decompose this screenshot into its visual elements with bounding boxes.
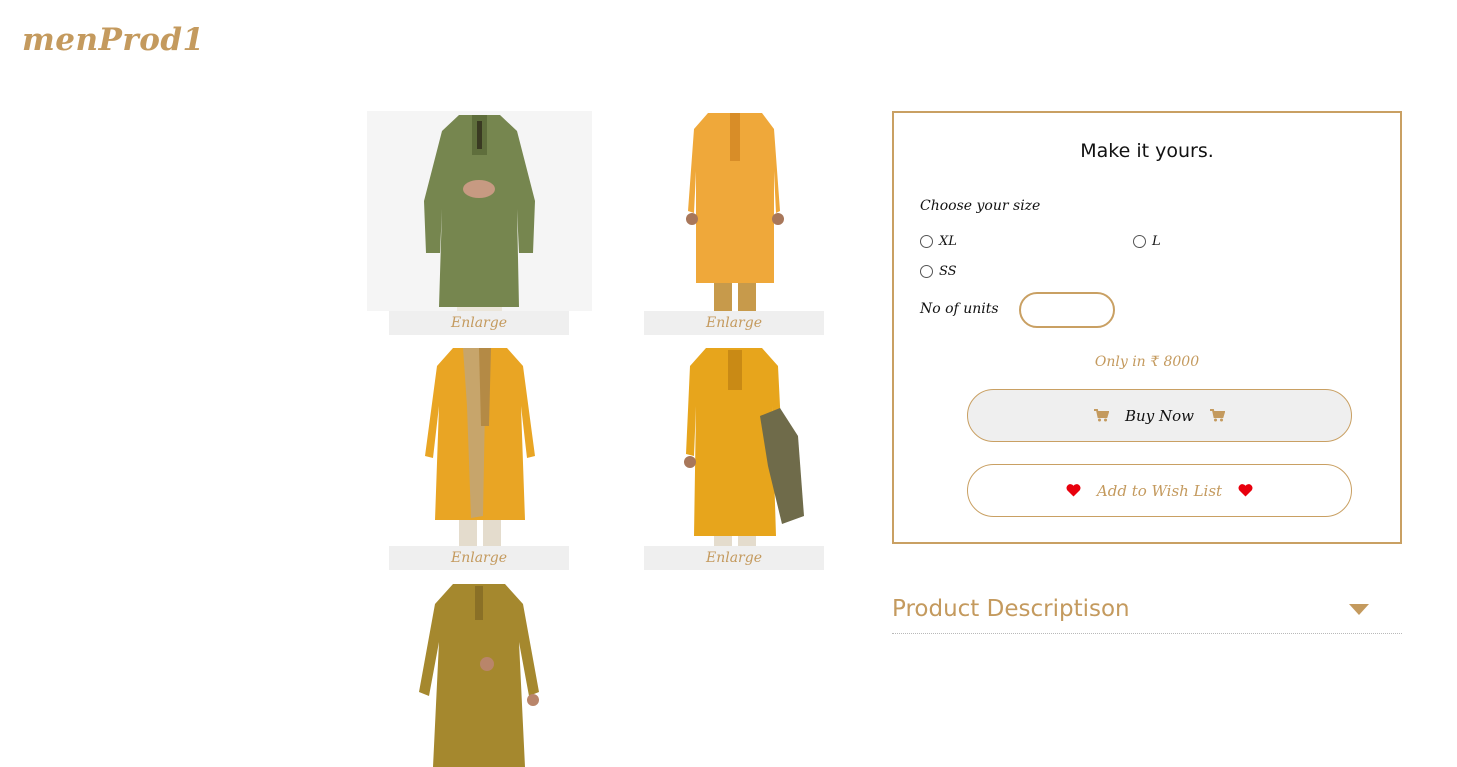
radio-button[interactable]: [1133, 235, 1146, 248]
wishlist-label: Add to Wish List: [1096, 481, 1223, 500]
size-label: Choose your size: [920, 198, 1041, 214]
gallery-tile: Enlarge: [367, 346, 592, 570]
buy-now-button[interactable]: Buy Now: [967, 389, 1352, 442]
shopping-cart-icon: [1209, 409, 1225, 422]
panel-title: Make it yours.: [1080, 140, 1214, 162]
size-option-label: L: [1152, 234, 1161, 249]
enlarge-button[interactable]: Enlarge: [389, 546, 569, 570]
enlarge-button[interactable]: Enlarge: [389, 311, 569, 335]
units-input[interactable]: [1019, 292, 1115, 328]
add-to-wishlist-button[interactable]: Add to Wish List: [967, 464, 1352, 517]
buy-now-label: Buy Now: [1125, 406, 1194, 425]
units-label: No of units: [920, 301, 999, 317]
enlarge-button[interactable]: Enlarge: [644, 546, 824, 570]
gallery-tile: [367, 582, 592, 767]
product-gallery: Enlarge Enlarge Enlarge Enlarge: [367, 111, 847, 767]
product-image[interactable]: [389, 582, 569, 767]
brand-logo[interactable]: menProd1: [22, 22, 205, 58]
product-description-title: Product Descriptison: [892, 596, 1130, 622]
gallery-tile: Enlarge: [622, 111, 847, 335]
size-option-label: XL: [939, 234, 957, 249]
radio-button[interactable]: [920, 265, 933, 278]
caret-down-icon[interactable]: [1349, 600, 1369, 619]
shopping-cart-icon: [1094, 409, 1110, 422]
enlarge-button[interactable]: Enlarge: [644, 311, 824, 335]
gallery-tile: Enlarge: [622, 346, 847, 570]
size-option-label: SS: [939, 264, 957, 279]
size-option-xl[interactable]: XL: [920, 234, 957, 249]
radio-button[interactable]: [920, 235, 933, 248]
heart-icon: [1238, 484, 1253, 497]
product-image[interactable]: [622, 346, 847, 546]
product-image[interactable]: [367, 111, 592, 311]
heart-icon: [1066, 484, 1081, 497]
size-option-ss[interactable]: SS: [920, 264, 957, 279]
price-text: Only in ₹ 8000: [1094, 354, 1200, 370]
size-option-l[interactable]: L: [1133, 234, 1161, 249]
gallery-tile: Enlarge: [367, 111, 592, 335]
product-image[interactable]: [367, 346, 592, 546]
product-page: menProd1 Enlarge Enlarge Enlarge Enlarge…: [0, 0, 1457, 767]
purchase-panel: Make it yours. Choose your size XL L SS …: [892, 111, 1402, 544]
product-description-toggle[interactable]: Product Descriptison: [892, 593, 1402, 634]
product-image[interactable]: [622, 111, 847, 311]
